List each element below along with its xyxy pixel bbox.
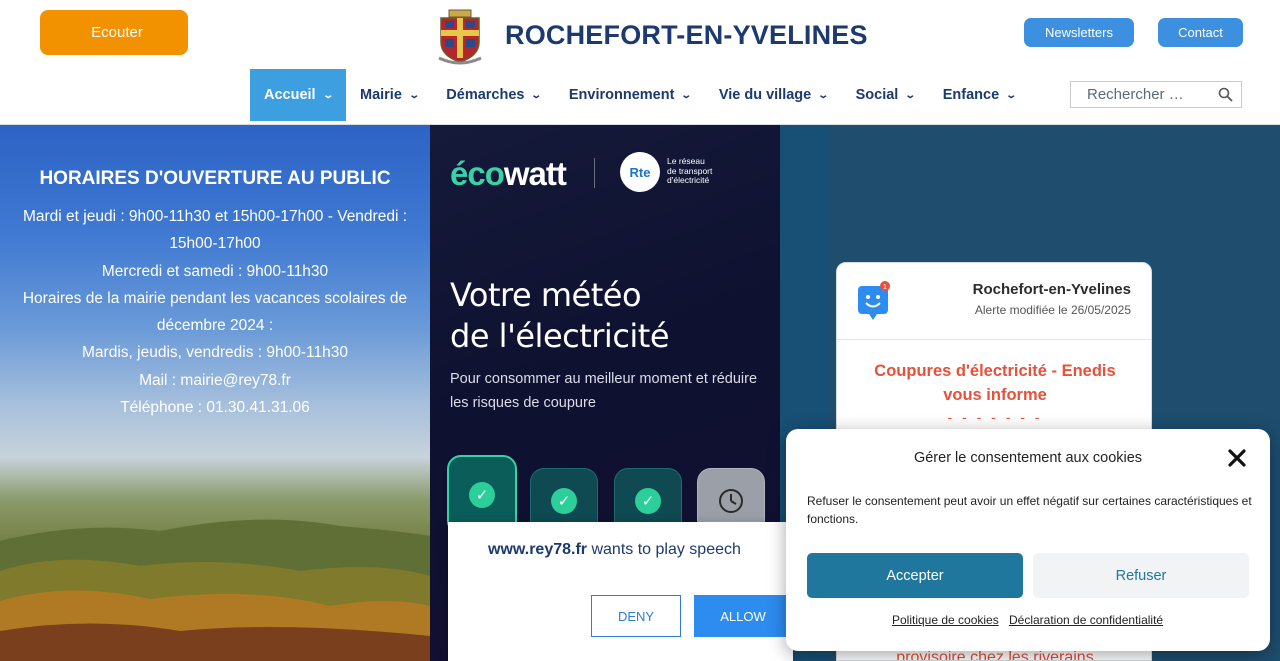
- nav-item-enfance[interactable]: Enfance ⌄: [929, 69, 1030, 121]
- contact-button[interactable]: Contact: [1158, 18, 1243, 47]
- nav-label: Enfance: [942, 87, 1000, 103]
- nav-label: Social: [855, 87, 899, 103]
- nav-item-social[interactable]: Social ⌄: [842, 69, 929, 121]
- hours-line: Horaires de la mairie pendant les vacanc…: [22, 289, 408, 335]
- nav-item-accueil[interactable]: Accueil ⌄: [250, 69, 346, 121]
- nav-label: Démarches: [446, 87, 525, 103]
- speech-permission-prompt: www.rey78.fr wants to play speech DENY A…: [448, 522, 793, 661]
- rte-tagline: Le réseau de transport d'électricité: [667, 156, 713, 185]
- check-icon: ✓: [635, 488, 661, 514]
- newsletters-button[interactable]: Newsletters: [1024, 18, 1134, 47]
- chevron-down-icon: ⌄: [408, 89, 420, 101]
- hours-lines: Mardi et jeudi : 9h00-11h30 et 15h00-17h…: [10, 203, 420, 421]
- site-title[interactable]: ROCHEFORT-EN-YVELINES: [505, 20, 868, 51]
- cookie-description: Refuser le consentement peut avoir un ef…: [807, 494, 1252, 526]
- privacy-statement-link[interactable]: Déclaration de confidentialité: [1009, 613, 1163, 627]
- logo-divider: [594, 158, 595, 188]
- allow-button[interactable]: ALLOW: [694, 595, 792, 637]
- alert-title[interactable]: Coupures d'électricité - Enedis vous inf…: [857, 359, 1133, 407]
- ecowatt-logo: écowatt: [450, 155, 567, 192]
- chevron-down-icon: ⌄: [817, 89, 830, 101]
- hours-line: Mail : mairie@rey78.fr: [139, 371, 291, 389]
- ecowatt-heading: Votre météo de l'électricité: [450, 276, 670, 355]
- close-icon[interactable]: [1226, 447, 1248, 469]
- search-icon[interactable]: [1218, 87, 1233, 102]
- nav-label: Accueil: [264, 87, 316, 103]
- cookie-policy-link[interactable]: Politique de cookies: [892, 613, 999, 627]
- nav-item-environnement[interactable]: Environnement ⌄: [555, 69, 705, 121]
- divider: [837, 339, 1151, 340]
- chevron-down-icon: ⌄: [680, 89, 693, 101]
- hours-line: Téléphone : 01.30.41.31.06: [120, 399, 310, 417]
- chevron-down-icon: ⌄: [321, 89, 334, 101]
- chevron-down-icon: ⌄: [1005, 89, 1018, 101]
- alert-town: Rochefort-en-Yvelines: [972, 281, 1131, 298]
- chevron-down-icon: ⌄: [530, 89, 543, 101]
- hours-title: HORAIRES D'OUVERTURE AU PUBLIC: [39, 168, 391, 189]
- autumn-landscape-image: [0, 519, 430, 661]
- main-navigation: Accueil ⌄ Mairie ⌄ Démarches ⌄ Environne…: [250, 69, 1030, 121]
- opening-hours-panel: HORAIRES D'OUVERTURE AU PUBLIC Mardi et …: [0, 125, 430, 661]
- alert-date: Alerte modifiée le 26/05/2025: [974, 303, 1131, 317]
- check-icon: ✓: [551, 488, 577, 514]
- nav-item-mairie[interactable]: Mairie ⌄: [346, 69, 432, 121]
- refuse-cookies-button[interactable]: Refuser: [1033, 553, 1249, 598]
- svg-text:1: 1: [883, 284, 887, 291]
- nav-item-vie-du-village[interactable]: Vie du village ⌄: [705, 69, 842, 121]
- hours-line: Mardis, jeudis, vendredis : 9h00-11h30: [82, 344, 348, 362]
- coat-of-arms-logo[interactable]: [435, 8, 485, 66]
- chevron-down-icon: ⌄: [904, 89, 917, 101]
- site-header: Ecouter ROCHEFORT-EN-YVELINES Newsletter…: [0, 0, 1280, 125]
- nav-label: Mairie: [359, 87, 402, 103]
- check-icon: ✓: [469, 482, 495, 508]
- accept-cookies-button[interactable]: Accepter: [807, 553, 1023, 598]
- nav-label: Vie du village: [718, 87, 812, 103]
- alert-app-icon: 1: [858, 281, 890, 320]
- rte-logo: Rte: [620, 152, 660, 192]
- listen-label: Ecouter: [91, 24, 143, 41]
- hours-line: Mardi et jeudi : 9h00-11h30 et 15h00-17h…: [22, 208, 408, 253]
- hours-line: Mercredi et samedi : 9h00-11h30: [101, 262, 329, 280]
- deny-button[interactable]: DENY: [591, 595, 681, 637]
- search-input[interactable]: [1071, 82, 1211, 107]
- nav-label: Environnement: [568, 87, 675, 103]
- alert-separator: - - - - - - -: [947, 409, 1043, 425]
- cookie-title: Gérer le consentement aux cookies: [913, 450, 1143, 466]
- nav-item-demarches[interactable]: Démarches ⌄: [432, 69, 555, 121]
- ecowatt-subtitle: Pour consommer au meilleur moment et réd…: [450, 371, 758, 411]
- search-box: [1070, 81, 1242, 108]
- cookie-consent-dialog: Gérer le consentement aux cookies Refuse…: [786, 429, 1270, 651]
- clock-icon: [719, 489, 743, 513]
- listen-button[interactable]: Ecouter: [40, 10, 188, 55]
- speech-message: www.rey78.fr wants to play speech: [488, 541, 741, 558]
